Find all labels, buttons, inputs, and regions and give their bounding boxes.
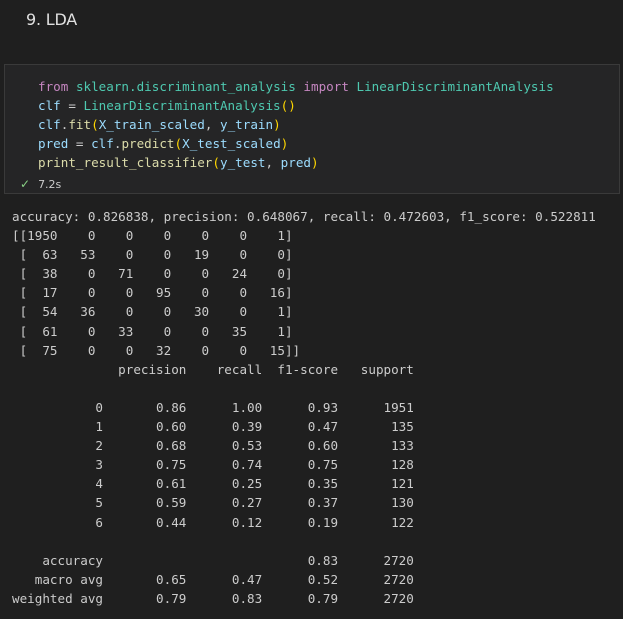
method-fit: fit: [68, 117, 92, 132]
code-editor[interactable]: from sklearn.discriminant_analysis impor…: [38, 77, 554, 172]
output-line: accuracy 0.83 2720: [12, 552, 414, 568]
operator: =: [68, 136, 92, 151]
arg-pred: pred: [280, 155, 311, 170]
cell-output: accuracy: 0.826838, precision: 0.648067,…: [12, 207, 596, 608]
module-name: sklearn.discriminant_analysis: [75, 79, 296, 94]
output-line: accuracy: 0.826838, precision: 0.648067,…: [12, 209, 596, 224]
keyword-from: from: [38, 79, 69, 94]
section-heading: 9. LDA: [26, 10, 78, 29]
output-line: 6 0.44 0.12 0.19 122: [12, 514, 414, 530]
output-line: [ 75 0 0 32 0 0 15]]: [12, 342, 301, 358]
check-icon: ✓: [20, 177, 31, 191]
code-line-5: print_result_classifier(y_test, pred): [38, 155, 319, 170]
output-line: [ 17 0 0 95 0 0 16]: [12, 285, 293, 301]
arg-x-test: X_test_scaled: [182, 136, 281, 151]
func-print-result: print_result_classifier: [38, 155, 213, 170]
paren-close: ): [311, 155, 319, 170]
code-line-3: clf.fit(X_train_scaled, y_train): [38, 117, 281, 132]
output-line: 5 0.59 0.27 0.37 130: [12, 495, 414, 511]
execution-status: ✓ 7.2s: [20, 177, 61, 191]
method-predict: predict: [121, 136, 175, 151]
code-line-1: from sklearn.discriminant_analysis impor…: [38, 79, 554, 94]
paren-open: (: [212, 155, 220, 170]
class-name: LinearDiscriminantAnalysis: [356, 79, 554, 94]
class-call: LinearDiscriminantAnalysis: [83, 98, 281, 113]
separator: ,: [265, 155, 281, 170]
obj-clf: clf: [38, 117, 61, 132]
code-line-4: pred = clf.predict(X_test_scaled): [38, 136, 288, 151]
paren-open: (: [174, 136, 183, 151]
parens: (): [280, 98, 296, 113]
var-pred: pred: [38, 136, 69, 151]
output-line: macro avg 0.65 0.47 0.52 2720: [12, 571, 414, 587]
output-line: [ 61 0 33 0 0 35 1]: [12, 323, 293, 339]
code-line-2: clf = LinearDiscriminantAnalysis(): [38, 98, 296, 113]
paren-close: ): [273, 117, 281, 132]
keyword-import: import: [303, 79, 349, 94]
output-line: weighted avg 0.79 0.83 0.79 2720: [12, 590, 414, 606]
output-line: 1 0.60 0.39 0.47 135: [12, 419, 414, 435]
operator: =: [60, 98, 84, 113]
output-line: [ 63 53 0 0 19 0 0]: [12, 247, 293, 263]
output-line: 3 0.75 0.74 0.75 128: [12, 457, 414, 473]
paren-close: ): [280, 136, 289, 151]
obj-clf: clf: [91, 136, 114, 151]
output-line: 2 0.68 0.53 0.60 133: [12, 438, 414, 454]
output-line: [ 54 36 0 0 30 0 1]: [12, 304, 293, 320]
paren-open: (: [91, 117, 99, 132]
arg-y-test: y_test: [219, 155, 266, 170]
output-line: 4 0.61 0.25 0.35 121: [12, 476, 414, 492]
arg-x-train: X_train_scaled: [98, 117, 205, 132]
var-clf: clf: [38, 98, 61, 113]
arg-y-train: y_train: [220, 117, 274, 132]
execution-time: 7.2s: [38, 177, 62, 191]
output-line: precision recall f1-score support: [12, 361, 414, 377]
output-line: 0 0.86 1.00 0.93 1951: [12, 399, 414, 415]
separator: ,: [204, 117, 221, 132]
output-line: [ 38 0 71 0 0 24 0]: [12, 266, 293, 282]
output-line: [[1950 0 0 0 0 0 1]: [12, 228, 293, 244]
